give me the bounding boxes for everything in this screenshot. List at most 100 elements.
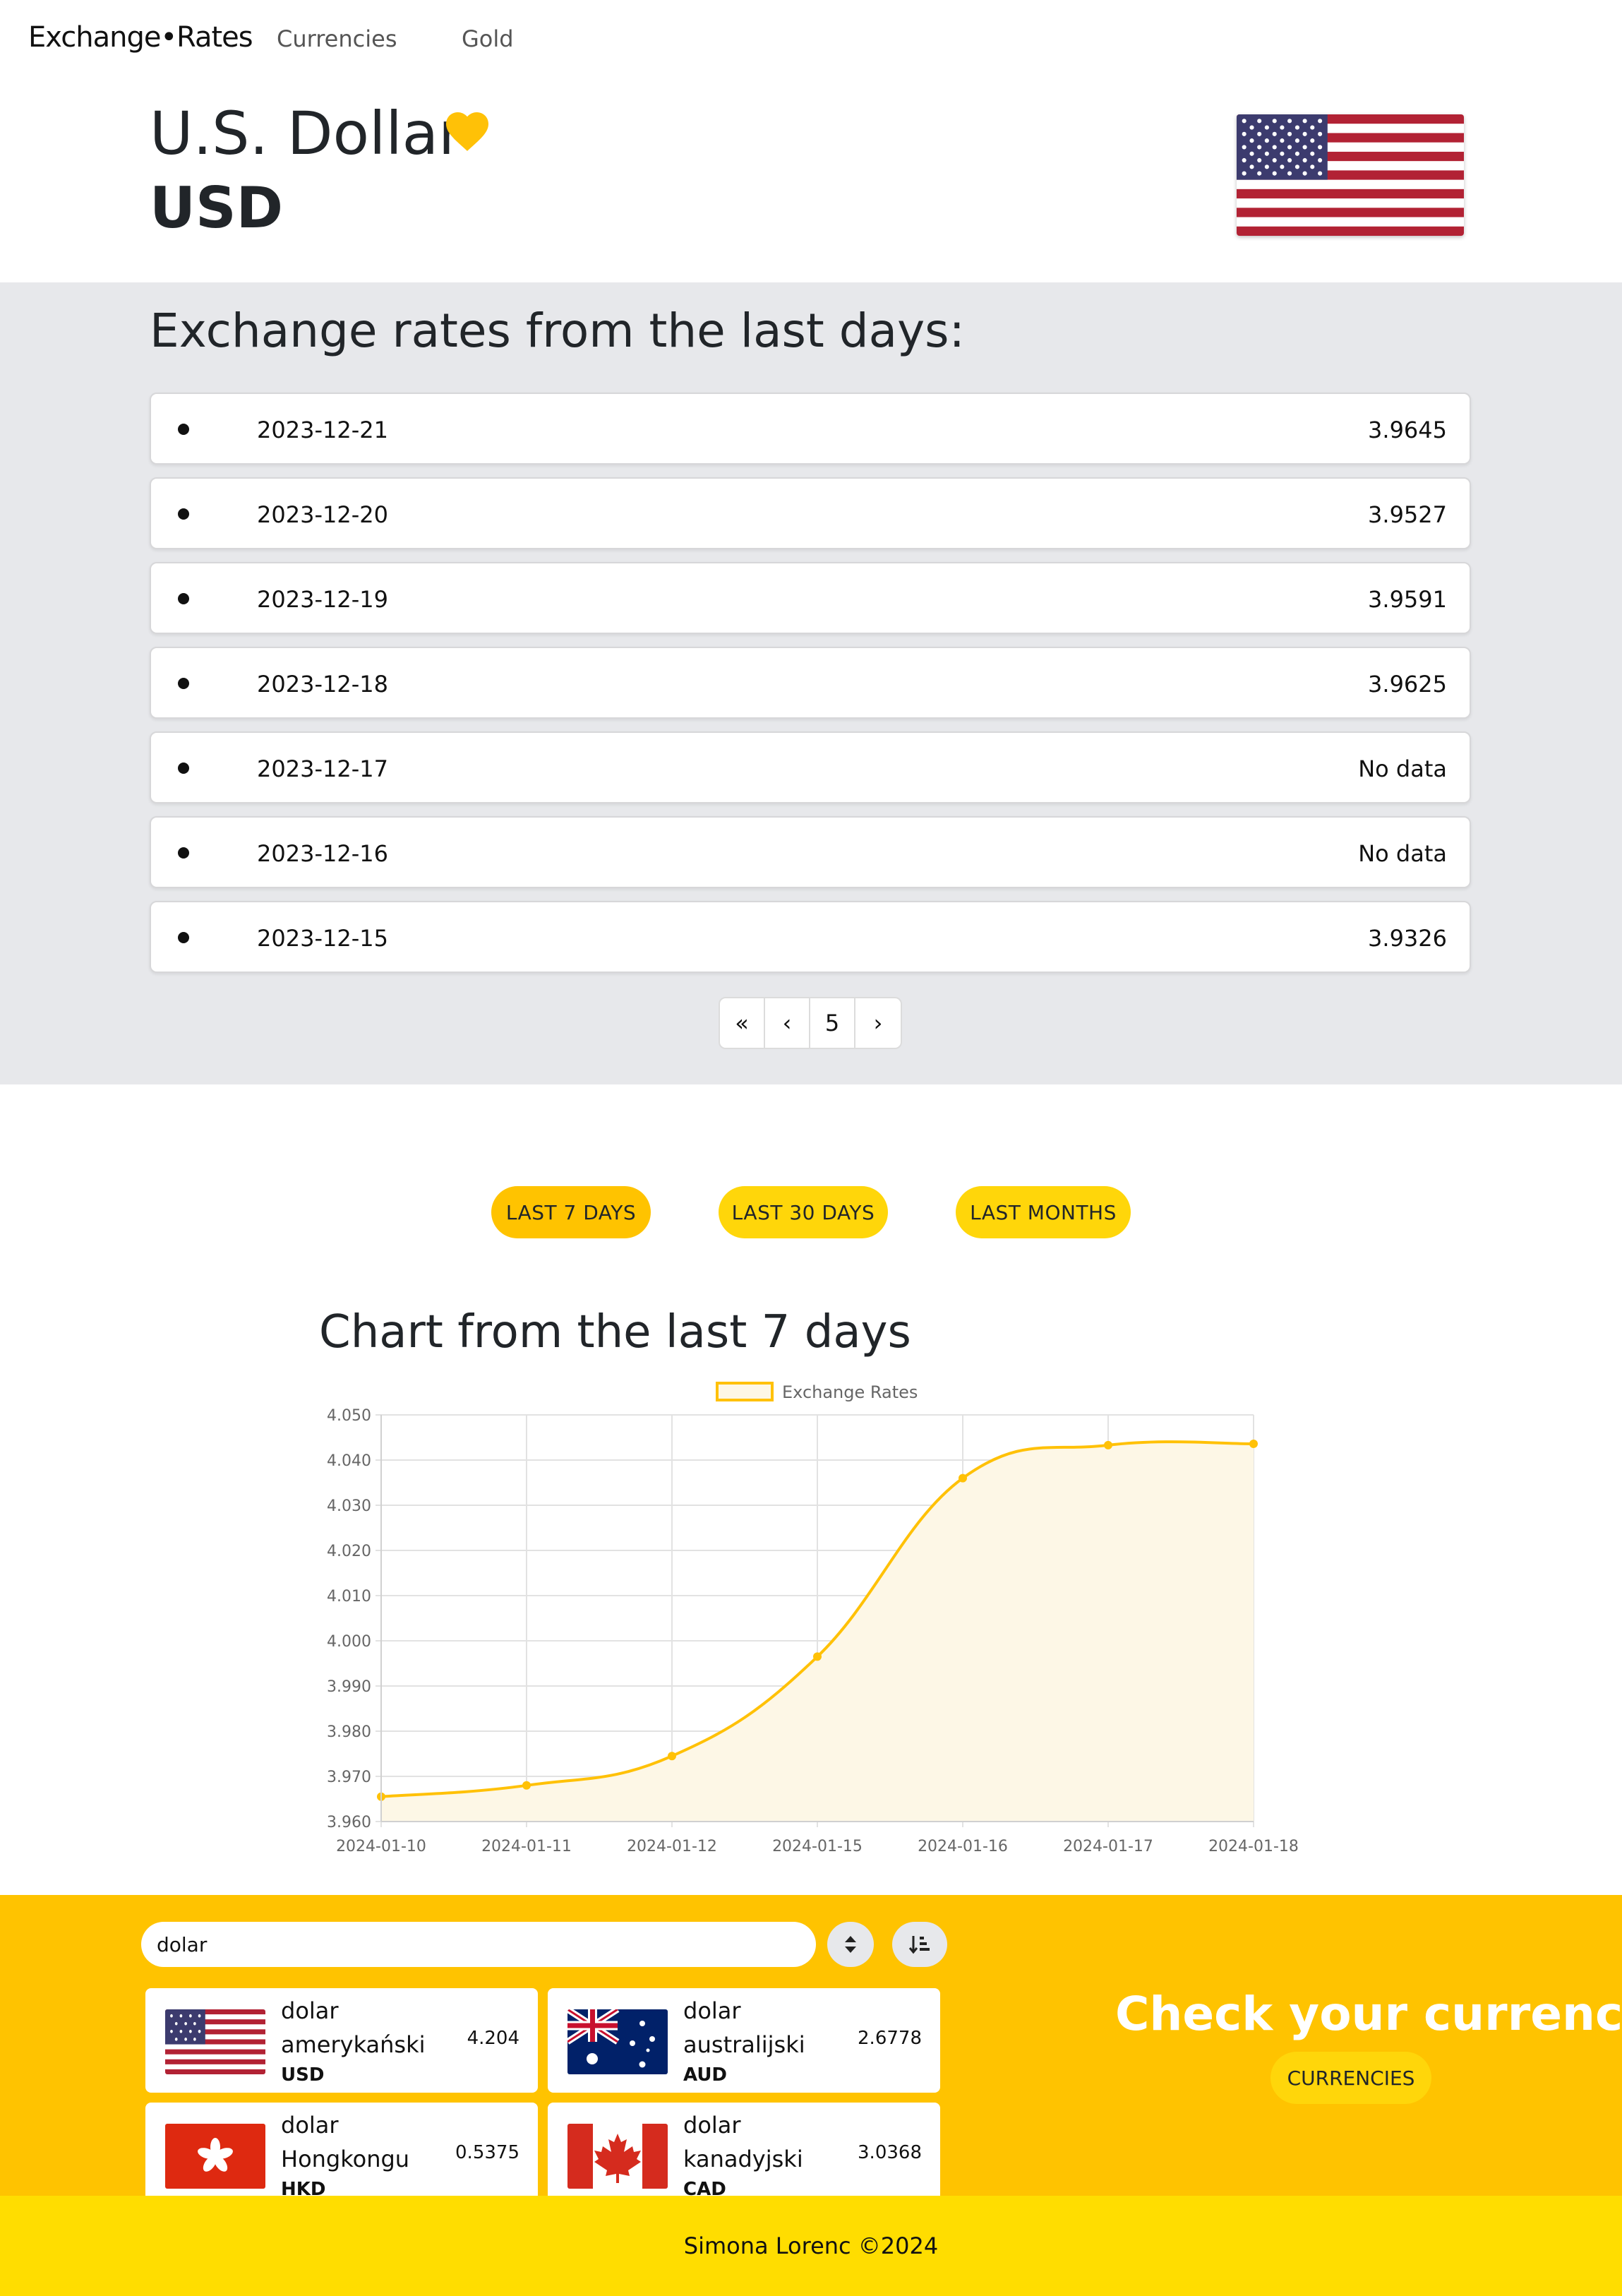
rate-date: 2023-12-16 <box>257 840 388 867</box>
bullet-icon <box>178 932 189 943</box>
footer-text: Simona Lorenc ©2024 <box>683 2232 939 2259</box>
rate-row: 2023-12-20 3.9527 <box>150 477 1471 549</box>
rate-date: 2023-12-17 <box>257 755 388 782</box>
brand-logo[interactable]: Exchange•Rates <box>28 21 253 54</box>
rate-value: No data <box>1358 755 1447 782</box>
data-point <box>522 1781 531 1790</box>
bullet-icon <box>178 424 189 435</box>
nav-link-currencies[interactable]: Currencies <box>277 25 397 52</box>
exchange-rate-chart: 4.050 4.040 4.030 4.020 4.010 4.000 3.990 3.980… <box>327 1382 1299 1855</box>
first-page-button[interactable]: « <box>720 998 766 1048</box>
rate-row: 2023-12-17 No data <box>150 731 1471 803</box>
rate-row: 2023-12-15 3.9326 <box>150 901 1471 973</box>
card-currency-value: 4.204 <box>467 2028 519 2049</box>
rates-title: Exchange rates from the last days: <box>150 304 965 358</box>
card-currency-code: USD <box>281 2064 325 2086</box>
rate-value: 3.9591 <box>1368 586 1447 613</box>
footer: Simona Lorenc ©2024 <box>0 2196 1622 2296</box>
rate-date: 2023-12-21 <box>257 417 388 443</box>
currency-card[interactable]: dolar Hongkongu HKD 0.5375 <box>145 2103 538 2196</box>
legend-label: Exchange Rates <box>782 1382 918 1402</box>
bullet-icon <box>178 763 189 774</box>
y-tick-label: 4.000 <box>327 1633 371 1651</box>
x-tick-label: 2024-01-16 <box>918 1838 1008 1855</box>
x-tick-label: 2024-01-10 <box>336 1838 426 1855</box>
currency-card[interactable]: dolar australijski AUD 2.6778 <box>548 1988 940 2093</box>
bullet-icon <box>178 847 189 859</box>
hk-flag-icon <box>165 2124 265 2189</box>
rate-date: 2023-12-15 <box>257 925 388 952</box>
us-flag-icon <box>1237 114 1464 236</box>
rate-value: 3.9645 <box>1368 417 1447 443</box>
y-tick-label: 4.020 <box>327 1543 371 1560</box>
y-tick-label: 3.980 <box>327 1723 371 1741</box>
y-tick-label: 4.010 <box>327 1588 371 1606</box>
card-currency-name: dolar Hongkongu <box>281 2112 410 2172</box>
currency-code: USD <box>150 175 283 241</box>
ca-flag-icon <box>567 2124 668 2189</box>
rate-date: 2023-12-20 <box>257 501 388 528</box>
prev-page-button[interactable]: ‹ <box>765 998 811 1048</box>
last-months-button[interactable]: LAST MONTHS <box>956 1186 1131 1238</box>
y-tick-label: 3.990 <box>327 1678 371 1696</box>
chart-title: Chart from the last 7 days <box>319 1306 911 1358</box>
y-tick-label: 4.050 <box>327 1407 371 1425</box>
currency-name: U.S. Dollar <box>150 99 463 168</box>
au-flag-icon <box>567 2009 668 2074</box>
y-tick-label: 3.970 <box>327 1769 371 1786</box>
rate-value: 3.9527 <box>1368 501 1447 528</box>
bullet-icon <box>178 678 189 689</box>
pagination: « ‹ 5 › <box>719 997 902 1049</box>
rate-value: 3.9326 <box>1368 925 1447 952</box>
rate-date: 2023-12-19 <box>257 586 388 613</box>
sort-order-icon[interactable] <box>892 1922 947 1967</box>
card-currency-code: AUD <box>683 2064 728 2086</box>
x-tick-label: 2024-01-11 <box>481 1838 572 1855</box>
us-flag-icon <box>165 2009 265 2074</box>
sort-icon[interactable] <box>827 1922 874 1967</box>
last-30-days-button[interactable]: LAST 30 DAYS <box>719 1186 888 1238</box>
card-currency-value: 3.0368 <box>858 2142 922 2163</box>
next-page-button[interactable]: › <box>855 998 901 1048</box>
cta-title: Check your currency! <box>1115 1987 1622 2041</box>
bullet-icon <box>178 508 189 520</box>
card-currency-name: dolar amerykański <box>281 1997 426 2058</box>
x-tick-label: 2024-01-17 <box>1063 1838 1153 1855</box>
rate-date: 2023-12-18 <box>257 671 388 698</box>
rate-value: No data <box>1358 840 1447 867</box>
card-currency-code: HKD <box>281 2179 326 2196</box>
y-tick-label: 3.960 <box>327 1814 371 1831</box>
navbar: Exchange•Rates Currencies Gold <box>0 0 1622 80</box>
rate-row: 2023-12-18 3.9625 <box>150 647 1471 719</box>
last-7-days-button[interactable]: LAST 7 DAYS <box>491 1186 651 1238</box>
nav-link-gold[interactable]: Gold <box>462 25 514 52</box>
currency-search-section: dolar amerykański USD 4.204 <box>0 1895 1622 2196</box>
rate-value: 3.9625 <box>1368 671 1447 698</box>
heart-icon[interactable] <box>442 106 493 157</box>
currency-card[interactable]: dolar kanadyjski CAD 3.0368 <box>548 2103 940 2196</box>
bullet-icon <box>178 593 189 604</box>
rate-row: 2023-12-16 No data <box>150 816 1471 888</box>
rate-row: 2023-12-21 3.9645 <box>150 393 1471 465</box>
data-point <box>668 1752 676 1761</box>
data-point <box>1104 1440 1112 1449</box>
card-currency-code: CAD <box>683 2179 726 2196</box>
data-point <box>959 1473 967 1483</box>
card-currency-name: dolar kanadyjski <box>683 2112 803 2172</box>
card-currency-name: dolar australijski <box>683 1997 805 2058</box>
search-input[interactable] <box>141 1922 816 1967</box>
data-point <box>1249 1439 1258 1448</box>
card-currency-value: 0.5375 <box>455 2142 519 2163</box>
x-tick-label: 2024-01-18 <box>1208 1838 1299 1855</box>
current-page-indicator[interactable]: 5 <box>810 998 856 1048</box>
currencies-button[interactable]: CURRENCIES <box>1270 2052 1431 2104</box>
card-currency-value: 2.6778 <box>858 2028 922 2049</box>
rate-row: 2023-12-19 3.9591 <box>150 562 1471 634</box>
x-tick-label: 2024-01-15 <box>772 1838 863 1855</box>
data-point <box>813 1652 822 1661</box>
y-tick-label: 4.030 <box>327 1497 371 1515</box>
legend-swatch <box>716 1382 774 1401</box>
x-tick-label: 2024-01-12 <box>627 1838 717 1855</box>
y-tick-label: 4.040 <box>327 1452 371 1470</box>
currency-card[interactable]: dolar amerykański USD 4.204 <box>145 1988 538 2093</box>
